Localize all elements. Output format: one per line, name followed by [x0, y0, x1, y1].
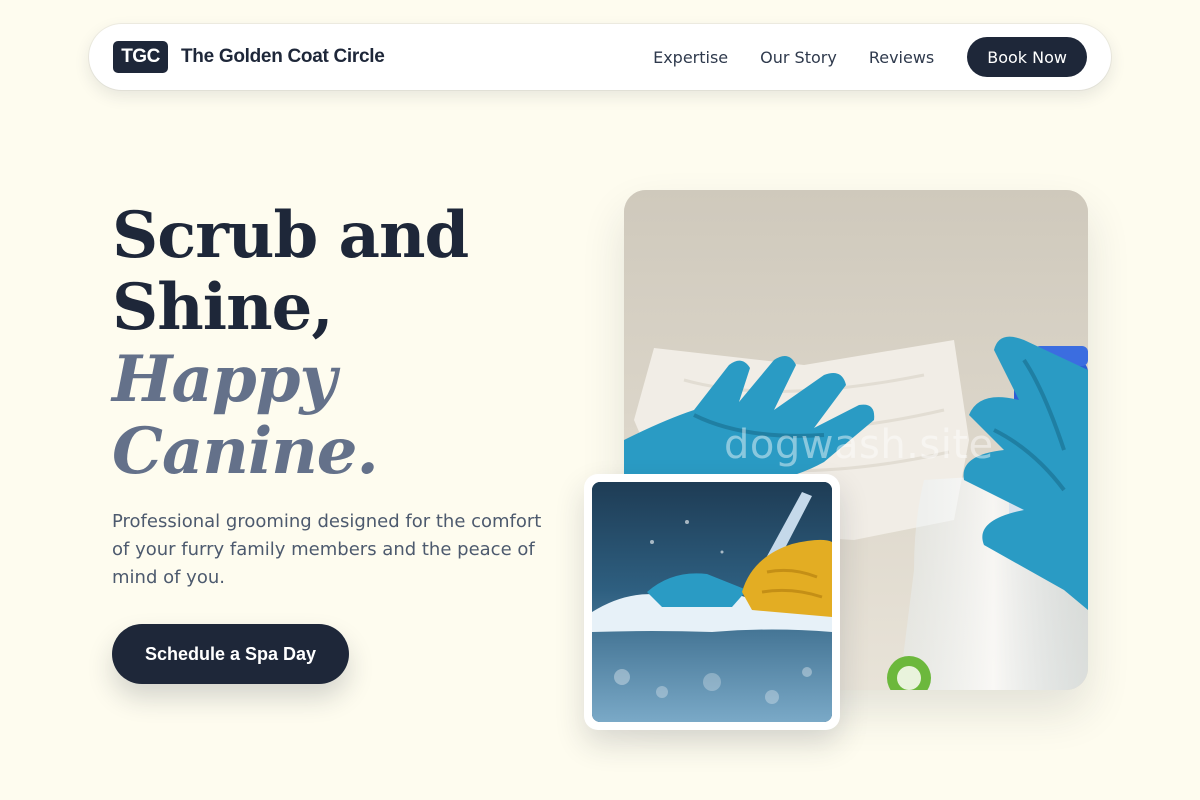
book-now-button[interactable]: Book Now: [967, 37, 1087, 77]
top-navigation: TGC The Golden Coat Circle Expertise Our…: [89, 24, 1111, 90]
nav-links: Expertise Our Story Reviews Book Now: [653, 37, 1087, 77]
hero-title-accent-line-1: Happy: [112, 342, 337, 417]
hero-title: Scrub and Shine, Happy Canine.: [112, 200, 552, 488]
nav-link-reviews[interactable]: Reviews: [869, 48, 934, 67]
hero-title-line-1: Scrub and: [112, 198, 469, 273]
hero-title-accent-line-2: Canine.: [112, 414, 379, 489]
scrubbing-wet-surface-photo: [592, 482, 832, 722]
hero-subtitle: Professional grooming designed for the c…: [112, 511, 542, 588]
hero-title-line-2: Shine,: [112, 270, 334, 345]
logo-badge: TGC: [113, 41, 168, 73]
scrubbing-illustration: [592, 482, 832, 722]
inset-photo-frame: [584, 474, 840, 730]
nav-link-our-story[interactable]: Our Story: [760, 48, 837, 67]
brand[interactable]: TGC The Golden Coat Circle: [113, 41, 385, 73]
schedule-spa-day-button[interactable]: Schedule a Spa Day: [112, 624, 349, 684]
image-watermark: dogwash.site: [724, 422, 994, 468]
nav-link-expertise[interactable]: Expertise: [653, 48, 728, 67]
brand-name: The Golden Coat Circle: [181, 46, 385, 67]
